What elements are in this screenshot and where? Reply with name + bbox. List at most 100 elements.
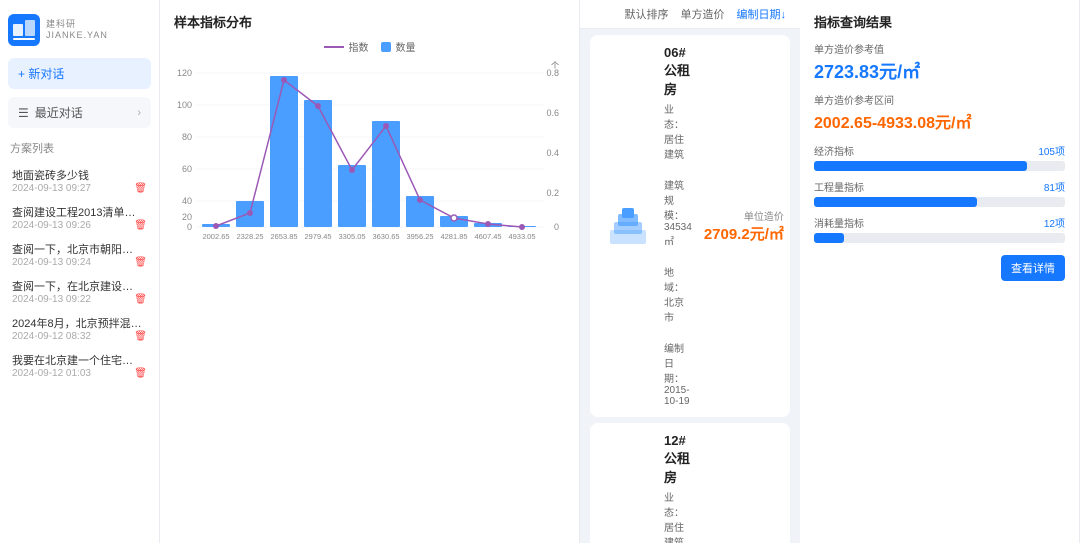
sidebar-items: 地面瓷砖多少钱 2024-09-13 09:27 🗑 查阅建设工程2013清单规… — [8, 162, 151, 384]
delete-icon[interactable]: 🗑 — [134, 257, 147, 268]
legend-line-label: 指数 — [349, 39, 369, 54]
result-card[interactable]: 06#公租房 业态：居住建筑 建筑规模：34534㎡ 地域：北京市 编制日期：2… — [590, 35, 790, 417]
legend-line-item: 指数 — [324, 39, 369, 54]
xiaohaoliang-bar-bg — [814, 233, 1065, 243]
svg-text:4933.05: 4933.05 — [508, 232, 535, 241]
dot-2 — [281, 77, 287, 83]
indicator-panel: 指标查询结果 单方造价参考值 2723.83元/㎡ 单方造价参考区间 2002.… — [800, 0, 1080, 543]
gongcheng-bar: 工程量指标 81项 — [814, 179, 1065, 207]
svg-text:0: 0 — [554, 222, 559, 232]
sidebar-item-title: 查阅建设工程2013清单规范相... — [12, 204, 142, 220]
new-chat-button[interactable]: + 新对话 — [8, 58, 151, 89]
result-meta: 业态：居住建筑 建筑规模：34534㎡ 地域：北京市 编制日期：2015-10-… — [664, 101, 692, 407]
legend-line-color — [324, 46, 344, 48]
price-label: 单位造价 — [704, 208, 784, 223]
bar-3 — [304, 100, 332, 227]
dot-5 — [383, 123, 389, 129]
sidebar-item-date: 2024-09-13 09:27 🗑 — [12, 183, 147, 194]
result-type: 业态：居住建筑 — [664, 489, 692, 543]
result-type: 业态：居住建筑 — [664, 101, 692, 161]
sort-bar: 默认排序 单方造价 编制日期↓ — [580, 0, 800, 29]
range-value: 2002.65-4933.08元/㎡ — [814, 109, 1065, 133]
sidebar-item[interactable]: 查阅一下，北京市朝阳区新建... 2024-09-13 09:24 🗑 — [8, 236, 151, 273]
delete-icon[interactable]: 🗑 — [134, 220, 147, 231]
result-date: 编制日期：2015-10-19 — [664, 340, 692, 407]
sidebar-item[interactable]: 查阅一下，在北京建设一栋保... 2024-09-13 09:22 🗑 — [8, 273, 151, 310]
jingji-bar: 经济指标 105项 — [814, 143, 1065, 171]
sidebar-item-title: 查阅一下，在北京建设一栋保... — [12, 278, 142, 294]
price-value: 2709.2元/㎡ — [704, 223, 784, 244]
xiaohaoliang-bar: 消耗量指标 12项 — [814, 215, 1065, 243]
sidebar-item[interactable]: 地面瓷砖多少钱 2024-09-13 09:27 🗑 — [8, 162, 151, 199]
sidebar-item-date: 2024-09-13 09:22 🗑 — [12, 294, 147, 305]
delete-icon[interactable]: 🗑 — [134, 368, 147, 379]
result-location: 地域：北京市 — [664, 264, 692, 324]
detail-button[interactable]: 查看详情 — [1001, 255, 1065, 281]
recent-chats-button[interactable]: ☰ 最近对话 › — [8, 97, 151, 128]
svg-text:4607.45: 4607.45 — [474, 232, 501, 241]
svg-text:0.4: 0.4 — [546, 148, 559, 158]
results-list: 06#公租房 业态：居住建筑 建筑规模：34534㎡ 地域：北京市 编制日期：2… — [580, 29, 800, 543]
gongcheng-bar-bg — [814, 197, 1065, 207]
sidebar-item-title: 2024年8月，北京预拌混凝土... — [12, 315, 142, 331]
svg-text:3630.65: 3630.65 — [372, 232, 399, 241]
section-title: 方案列表 — [8, 140, 151, 156]
sidebar-item-date: 2024-09-13 09:26 🗑 — [12, 220, 147, 231]
ref-price-value: 2723.83元/㎡ — [814, 58, 1065, 84]
logo-sub-text: JIANKE.YAN — [46, 30, 108, 41]
recent-label: 最近对话 — [35, 104, 83, 121]
svg-text:3956.25: 3956.25 — [406, 232, 433, 241]
result-card[interactable]: 12#公租房 业态：居住建筑 建筑规模：19103㎡ 地域：北京市 编制日期：2… — [590, 423, 790, 543]
svg-text:20: 20 — [182, 212, 192, 222]
svg-text:100: 100 — [177, 100, 192, 110]
sort-default[interactable]: 默认排序 — [625, 6, 669, 22]
result-info: 12#公租房 业态：居住建筑 建筑规模：19103㎡ 地域：北京市 编制日期：2… — [664, 433, 692, 543]
svg-text:2653.85: 2653.85 — [270, 232, 297, 241]
chart-container: 120 100 80 60 40 20 0 0.8 0.6 0.4 0.2 0 … — [174, 58, 565, 246]
history-icon: ☰ — [18, 106, 29, 120]
dot-9 — [519, 224, 525, 230]
sort-compile-date[interactable]: 编制日期↓ — [737, 6, 787, 22]
jingji-bar-fill — [814, 161, 1027, 171]
sidebar-item[interactable]: 我要在北京建一个住宅，多少... 2024-09-12 01:03 🗑 — [8, 347, 151, 384]
result-name: 12#公租房 — [664, 433, 692, 486]
result-icon — [604, 202, 652, 250]
result-area: 建筑规模：34534㎡ — [664, 177, 692, 248]
chart-legend: 指数 数量 — [174, 39, 565, 54]
svg-text:3305.05: 3305.05 — [338, 232, 365, 241]
svg-text:个: 个 — [551, 61, 559, 70]
svg-text:80: 80 — [182, 132, 192, 142]
svg-text:120: 120 — [177, 68, 192, 78]
sort-unit-price[interactable]: 单方造价 — [681, 6, 725, 22]
bar-5 — [372, 121, 400, 227]
sidebar-item-date: 2024-09-12 08:32 🗑 — [12, 331, 147, 342]
logo-icon — [8, 14, 40, 46]
result-meta: 业态：居住建筑 建筑规模：19103㎡ 地域：北京市 编制日期：2015-10-… — [664, 489, 692, 543]
legend-bar-label: 数量 — [396, 39, 416, 54]
sidebar-item[interactable]: 2024年8月，北京预拌混凝土... 2024-09-12 08:32 🗑 — [8, 310, 151, 347]
sidebar-item[interactable]: 查阅建设工程2013清单规范相... 2024-09-13 09:26 🗑 — [8, 199, 151, 236]
logo-text: 建科研 JIANKE.YAN — [46, 19, 108, 41]
svg-text:4281.85: 4281.85 — [440, 232, 467, 241]
sidebar-item-title: 地面瓷砖多少钱 — [12, 167, 142, 183]
logo-area: 建科研 JIANKE.YAN — [8, 10, 151, 58]
result-info: 06#公租房 业态：居住建筑 建筑规模：34534㎡ 地域：北京市 编制日期：2… — [664, 45, 692, 407]
delete-icon[interactable]: 🗑 — [134, 183, 147, 194]
delete-icon[interactable]: 🗑 — [134, 294, 147, 305]
jingji-label: 经济指标 105项 — [814, 143, 1065, 158]
indicator-title: 指标查询结果 — [814, 12, 1065, 31]
sidebar: 建科研 JIANKE.YAN + 新对话 ☰ 最近对话 › 方案列表 地面瓷砖多… — [0, 0, 160, 543]
svg-text:60: 60 — [182, 164, 192, 174]
xiaohaoliang-bar-fill — [814, 233, 844, 243]
dot-0 — [213, 223, 219, 229]
chart-panel: 样本指标分布 指数 数量 120 100 80 60 40 — [160, 0, 580, 543]
svg-text:40: 40 — [182, 196, 192, 206]
dot-4 — [349, 167, 355, 173]
bar-2 — [270, 76, 298, 227]
jingji-bar-bg — [814, 161, 1065, 171]
logo-main-text: 建科研 — [46, 19, 108, 30]
delete-icon[interactable]: 🗑 — [134, 331, 147, 342]
dot-8 — [485, 221, 491, 227]
svg-text:0: 0 — [187, 222, 192, 232]
sidebar-item-title: 查阅一下，北京市朝阳区新建... — [12, 241, 142, 257]
